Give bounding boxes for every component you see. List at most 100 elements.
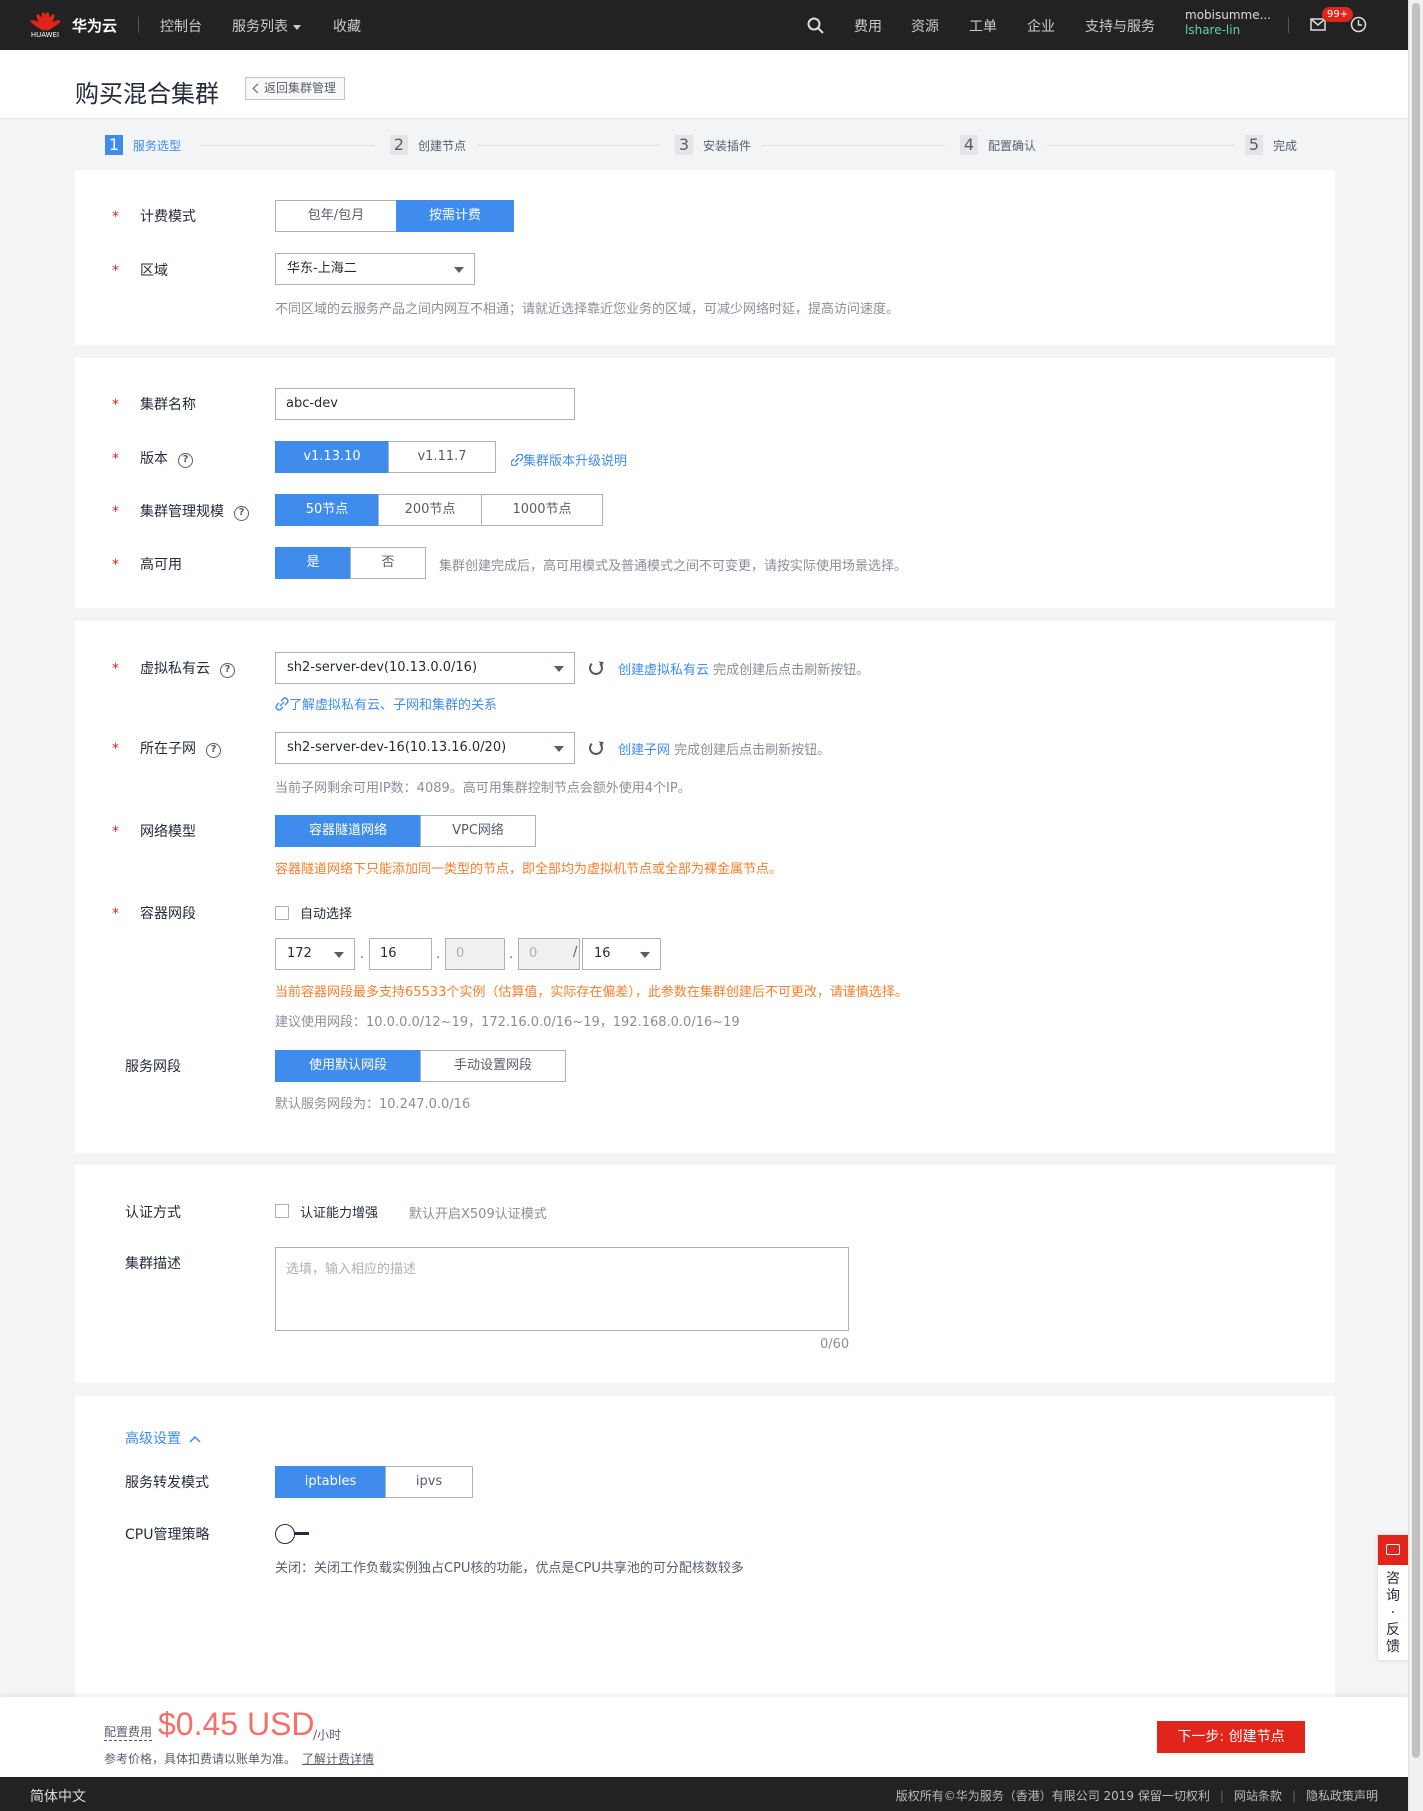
billing-mode-label: * 计费模式 [112,209,196,225]
nav-favorites[interactable]: 收藏 [333,16,361,36]
forward-iptables-option[interactable]: iptables [275,1466,386,1498]
nav-console[interactable]: 控制台 [160,16,202,36]
service-cidr-label: 服务网段 [125,1059,181,1075]
step-number: 5 [1245,135,1263,155]
vpc-create-row: 创建虚拟私有云 完成创建后点击刷新按钮。 [618,659,869,678]
service-cidr-manual-option[interactable]: 手动设置网段 [420,1050,566,1082]
nav-enterprise[interactable]: 企业 [1027,16,1055,36]
auth-hint: 默认开启X509认证模式 [409,1207,547,1222]
advanced-settings-panel: 高级设置 服务转发模式 iptables ipvs CPU管理策略 关闭：关闭工… [75,1396,1335,1697]
cidr-dot: . [509,947,514,962]
cidr-octet-3-input: 0 [445,938,505,970]
privacy-link[interactable]: 隐私政策声明 [1306,1789,1378,1803]
scrollbar-thumb[interactable] [1412,3,1420,1758]
fee-price: $0.45 USD [158,1706,315,1742]
cidr-octet-2-input[interactable]: 16 [369,938,432,970]
step-label: 安装插件 [703,138,752,153]
fee-label: 配置费用 [104,1725,153,1741]
create-subnet-link[interactable]: 创建子网 [618,743,670,758]
terms-link[interactable]: 网站条款 [1234,1789,1282,1803]
version-option-1-11-7[interactable]: v1.11.7 [388,441,496,473]
region-select[interactable]: 华东-上海二 [275,253,475,285]
advanced-settings-toggle[interactable]: 高级设置 [125,1428,201,1448]
subnet-ip-hint: 当前子网剩余可用IP数：4089。高可用集群控制节点会额外使用4个IP。 [275,781,691,796]
network-panel: * 虚拟私有云? sh2-server-dev(10.13.0.0/16) 创建虚… [75,621,1335,1153]
chevron-down-icon [554,746,564,752]
user-account-name[interactable]: mobisumme... [1185,8,1271,22]
link-icon [275,697,289,711]
consult-feedback-float[interactable]: 咨询 · 反馈 [1378,1535,1408,1660]
top-navigation-bar: HUAWEI 华为云 控制台 服务列表 收藏 费用 资源 工单 企业 支持与服务… [0,0,1408,50]
scale-option-50[interactable]: 50节点 [275,494,379,526]
nav-service-list[interactable]: 服务列表 [232,16,301,36]
nav-resources[interactable]: 资源 [911,16,939,36]
network-model-vpc-option[interactable]: VPC网络 [420,815,536,847]
billing-pay-per-use-option[interactable]: 按需计费 [396,200,514,232]
help-icon[interactable]: ? [234,506,249,521]
scale-option-1000[interactable]: 1000节点 [481,494,603,526]
user-sub-account[interactable]: lshare-lin [1185,23,1240,37]
step-connector [1047,145,1235,146]
forward-ipvs-option[interactable]: ipvs [385,1466,473,1498]
copyright-text: 版权所有©华为服务（香港）有限公司 2019 保留一切权利 [895,1789,1210,1803]
network-model-tunnel-option[interactable]: 容器隧道网络 [275,815,421,847]
brand-name[interactable]: 华为云 [72,15,117,36]
nav-tickets[interactable]: 工单 [969,16,997,36]
cpu-policy-toggle[interactable] [275,1524,313,1544]
billing-yearly-monthly-option[interactable]: 包年/包月 [275,200,397,232]
nav-billing[interactable]: 费用 [854,16,882,36]
auth-method-label: 认证方式 [125,1205,181,1221]
auth-enhance-checkbox[interactable] [275,1204,289,1218]
footer-links: 版权所有©华为服务（香港）有限公司 2019 保留一切权利 | 网站条款 | 隐私政策声… [895,1789,1378,1803]
learn-vpc-relation-link[interactable]: 了解虚拟私有云、子网和集群的关系 [275,694,497,713]
next-create-nodes-button[interactable]: 下一步: 创建节点 [1157,1721,1305,1753]
refresh-subnet-icon[interactable] [589,741,603,755]
cluster-description-label: 集群描述 [125,1256,181,1272]
clock-icon[interactable] [1350,16,1367,33]
huawei-logo[interactable]: HUAWEI [29,9,62,41]
service-cidr-default-option[interactable]: 使用默认网段 [275,1050,421,1082]
link-icon [510,453,524,467]
vpc-select[interactable]: sh2-server-dev(10.13.0.0/16) [275,652,575,684]
billing-mode-selector: 包年/包月 按需计费 [275,200,514,232]
help-icon[interactable]: ? [178,453,193,468]
subnet-select[interactable]: sh2-server-dev-16(10.13.16.0/20) [275,732,575,764]
vertical-scrollbar[interactable] [1408,0,1423,1811]
version-option-1-13-10[interactable]: v1.13.10 [275,441,389,473]
cluster-scale-label: * 集群管理规模? [112,501,249,521]
cpu-policy-label: CPU管理策略 [125,1527,210,1543]
version-upgrade-link[interactable]: 集群版本升级说明 [510,450,627,469]
help-icon[interactable]: ? [220,663,235,678]
auto-select-checkbox[interactable] [275,906,289,920]
chat-icon [1378,1535,1408,1565]
cidr-mask-select[interactable]: 16 [582,938,661,970]
ha-yes-option[interactable]: 是 [275,547,351,579]
ha-hint: 集群创建完成后，高可用模式及普通模式之间不可变更，请按实际使用场景选择。 [439,559,908,574]
step-connector [477,145,660,146]
cidr-dot: . [436,947,441,962]
back-to-cluster-management-button[interactable]: 返回集群管理 [245,77,346,100]
create-vpc-link[interactable]: 创建虚拟私有云 [618,663,709,678]
refresh-vpc-icon[interactable] [589,661,603,675]
scale-option-200[interactable]: 200节点 [378,494,482,526]
footer: 简体中文 版权所有©华为服务（香港）有限公司 2019 保留一切权利 | 网站条款 |… [0,1777,1408,1811]
step-label: 服务选型 [133,138,182,153]
language-switch[interactable]: 简体中文 [30,1786,86,1806]
billing-details-link[interactable]: 了解计费详情 [302,1752,374,1766]
cidr-slash: / [573,945,578,960]
cluster-name-input[interactable]: abc-dev [275,388,575,420]
notification-badge: 99+ [1322,7,1354,22]
nav-service-list-label: 服务列表 [232,19,288,35]
search-icon[interactable] [807,17,824,34]
ha-no-option[interactable]: 否 [350,547,426,579]
vpc-create-hint: 完成创建后点击刷新按钮。 [713,663,870,678]
cluster-description-textarea[interactable]: 选填，输入相应的描述 [275,1247,849,1331]
cidr-octet-1-select[interactable]: 172 [275,938,355,970]
version-selector: v1.13.10 v1.11.7 [275,441,496,473]
help-icon[interactable]: ? [206,743,221,758]
nav-support[interactable]: 支持与服务 [1085,16,1155,36]
step-connector [200,145,375,146]
service-cidr-hint: 默认服务网段为：10.247.0.0/16 [275,1097,471,1112]
description-counter: 0/60 [820,1337,850,1352]
forward-mode-label: 服务转发模式 [125,1475,209,1491]
